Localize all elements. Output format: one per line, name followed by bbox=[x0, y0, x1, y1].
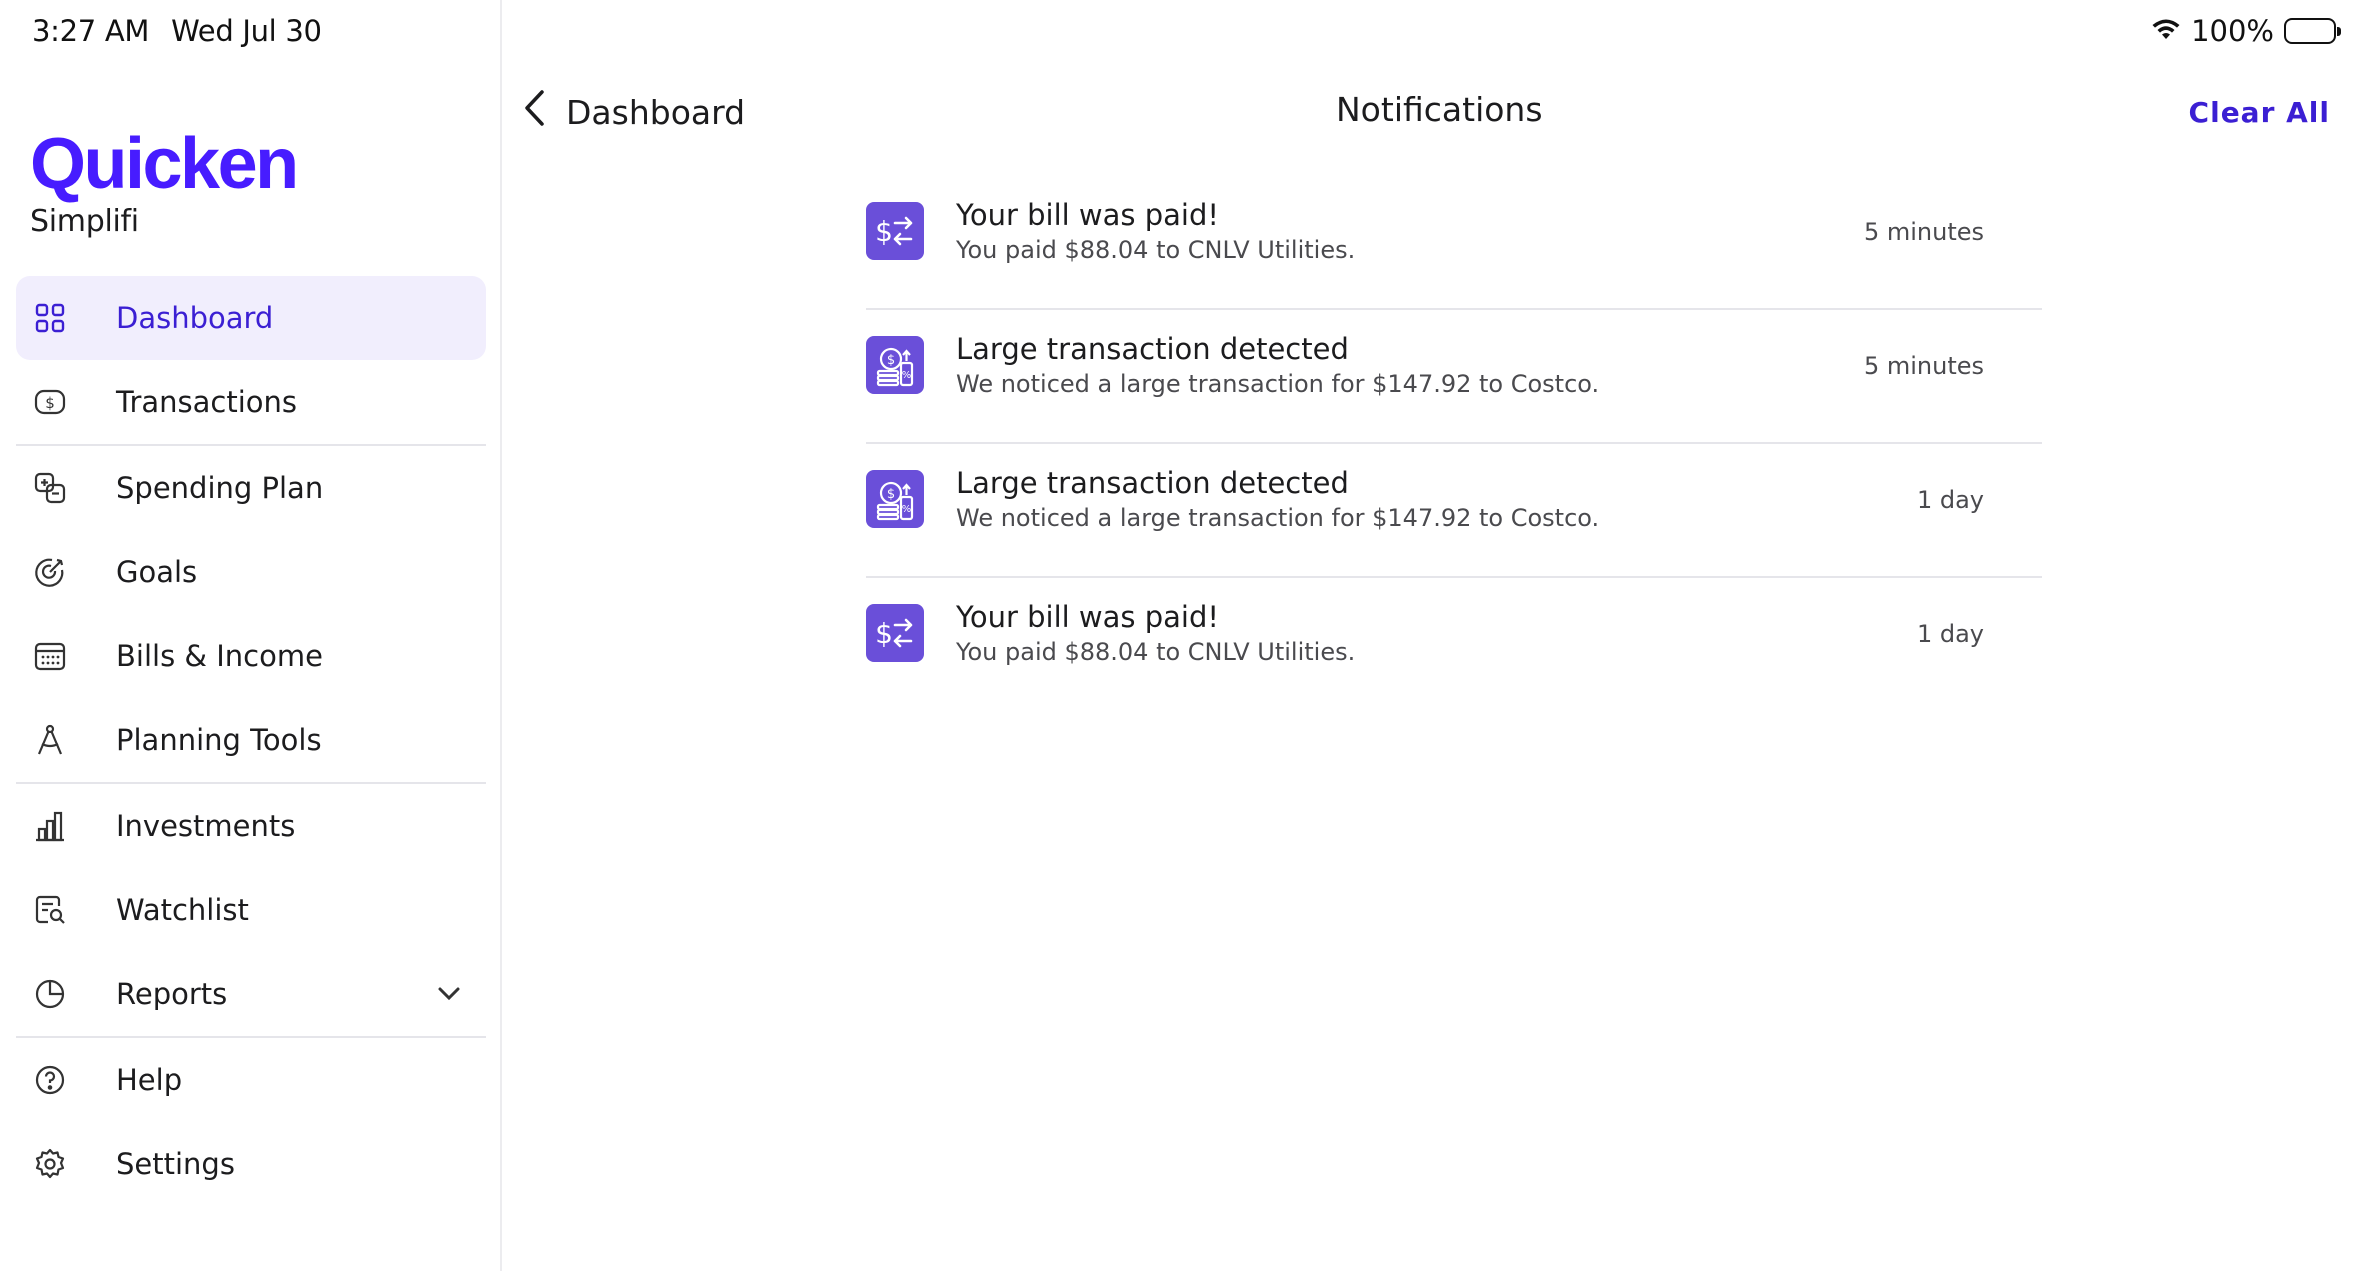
sidebar-item-label: Planning Tools bbox=[116, 723, 322, 757]
transfer-icon: $ bbox=[866, 604, 924, 662]
sidebar-item-watchlist[interactable]: Watchlist bbox=[16, 868, 486, 952]
status-indicators: 100% bbox=[2151, 14, 2341, 48]
notification-item[interactable]: $ Your bill was paid! You paid $88.04 to… bbox=[866, 578, 2042, 712]
wifi-icon bbox=[2151, 14, 2181, 48]
clear-all-button[interactable]: Clear All bbox=[2189, 96, 2330, 129]
notification-body: You paid $88.04 to CNLV Utilities. bbox=[956, 236, 1356, 264]
chevron-down-icon[interactable] bbox=[436, 980, 462, 1014]
transactions-icon: $ bbox=[32, 384, 68, 420]
sidebar-item-help[interactable]: Help bbox=[16, 1038, 486, 1122]
sidebar-item-goals[interactable]: Goals bbox=[16, 530, 486, 614]
notification-time: 1 day bbox=[1916, 486, 1984, 514]
svg-text:$: $ bbox=[887, 353, 895, 368]
notification-item[interactable]: $ Your bill was paid! You paid $88.04 to… bbox=[866, 176, 2042, 310]
sidebar-item-investments[interactable]: Investments bbox=[16, 784, 486, 868]
sidebar-item-label: Help bbox=[116, 1063, 183, 1097]
large-transaction-icon: $% bbox=[866, 336, 924, 394]
sidebar-item-label: Reports bbox=[116, 977, 228, 1011]
watchlist-icon bbox=[32, 892, 68, 928]
page-title: Notifications bbox=[1336, 90, 1543, 129]
notification-time: 5 minutes bbox=[1863, 352, 1984, 380]
sidebar-item-label: Dashboard bbox=[116, 301, 274, 335]
back-button[interactable]: Dashboard bbox=[522, 88, 745, 136]
dashboard-grid-icon bbox=[32, 300, 68, 336]
spending-plan-icon bbox=[32, 470, 68, 506]
transfer-icon: $ bbox=[866, 202, 924, 260]
pie-chart-icon bbox=[32, 976, 68, 1012]
sidebar-item-settings[interactable]: Settings bbox=[16, 1122, 486, 1206]
svg-text:$: $ bbox=[875, 215, 893, 248]
bar-chart-icon bbox=[32, 808, 68, 844]
logo-wordmark: Quicken bbox=[30, 124, 299, 204]
compass-icon bbox=[32, 722, 68, 758]
sidebar: Quicken Simplifi Dashboard $ Transaction… bbox=[0, 0, 502, 1271]
sidebar-item-reports[interactable]: Reports bbox=[16, 952, 486, 1036]
app-logo: Quicken Simplifi bbox=[30, 124, 299, 239]
notification-list: $ Your bill was paid! You paid $88.04 to… bbox=[866, 176, 2042, 712]
notification-time: 1 day bbox=[1916, 620, 1984, 648]
sidebar-item-spending-plan[interactable]: Spending Plan bbox=[16, 446, 486, 530]
calendar-icon bbox=[32, 638, 68, 674]
svg-text:$: $ bbox=[45, 394, 55, 412]
notification-title: Your bill was paid! bbox=[956, 198, 1220, 232]
sidebar-item-label: Settings bbox=[116, 1147, 235, 1181]
notification-title: Your bill was paid! bbox=[956, 600, 1220, 634]
notification-time: 5 minutes bbox=[1863, 218, 1984, 246]
svg-text:%: % bbox=[902, 370, 912, 381]
sidebar-item-bills-income[interactable]: Bills & Income bbox=[16, 614, 486, 698]
sidebar-item-label: Investments bbox=[116, 809, 296, 843]
back-button-label: Dashboard bbox=[566, 92, 746, 132]
sidebar-item-planning-tools[interactable]: Planning Tools bbox=[16, 698, 486, 782]
battery-percent: 100% bbox=[2191, 14, 2274, 48]
sidebar-item-label: Goals bbox=[116, 555, 198, 589]
notification-item[interactable]: $% Large transaction detected We noticed… bbox=[866, 310, 2042, 444]
sidebar-item-label: Watchlist bbox=[116, 893, 249, 927]
notification-body: You paid $88.04 to CNLV Utilities. bbox=[956, 638, 1356, 666]
sidebar-item-label: Bills & Income bbox=[116, 639, 323, 673]
svg-text:$: $ bbox=[875, 617, 893, 650]
chevron-left-icon bbox=[522, 88, 548, 136]
notification-body: We noticed a large transaction for $147.… bbox=[956, 504, 1600, 532]
notification-body: We noticed a large transaction for $147.… bbox=[956, 370, 1600, 398]
svg-text:%: % bbox=[902, 504, 912, 515]
gear-icon bbox=[32, 1146, 68, 1182]
sidebar-item-label: Transactions bbox=[116, 385, 298, 419]
notification-title: Large transaction detected bbox=[956, 466, 1349, 500]
notification-title: Large transaction detected bbox=[956, 332, 1349, 366]
sidebar-item-dashboard[interactable]: Dashboard bbox=[16, 276, 486, 360]
sidebar-nav: Dashboard $ Transactions Spending Plan G… bbox=[16, 276, 486, 1206]
logo-subtitle: Simplifi bbox=[30, 204, 139, 239]
battery-icon bbox=[2284, 18, 2341, 44]
large-transaction-icon: $% bbox=[866, 470, 924, 528]
target-icon bbox=[32, 554, 68, 590]
notification-item[interactable]: $% Large transaction detected We noticed… bbox=[866, 444, 2042, 578]
svg-text:$: $ bbox=[887, 487, 895, 502]
help-icon bbox=[32, 1062, 68, 1098]
sidebar-item-label: Spending Plan bbox=[116, 471, 324, 505]
sidebar-item-transactions[interactable]: $ Transactions bbox=[16, 360, 486, 444]
